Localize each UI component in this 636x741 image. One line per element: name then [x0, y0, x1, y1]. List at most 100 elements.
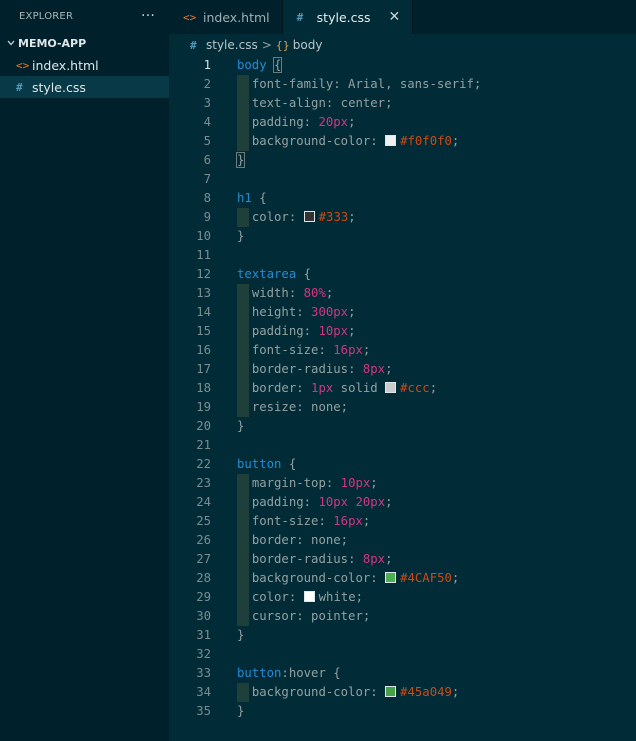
code-line[interactable]: 13 width: 80%;: [169, 284, 636, 303]
chevron-down-icon[interactable]: [4, 36, 18, 50]
code-token: {: [272, 57, 283, 73]
line-number: 33: [196, 666, 211, 680]
explorer-title: EXPLORER: [19, 10, 74, 22]
code-text: font-size: 16px;: [237, 341, 370, 360]
code-line[interactable]: 35}: [169, 702, 636, 721]
tab-index-html[interactable]: <> index.html: [169, 0, 283, 34]
code-token: :: [318, 343, 334, 357]
color-swatch[interactable]: [385, 686, 397, 697]
code-line[interactable]: 7: [169, 170, 636, 189]
color-swatch[interactable]: [385, 382, 397, 393]
folder-memo-app[interactable]: MEMO-APP: [0, 32, 169, 54]
code-token: button: [237, 457, 282, 471]
code-line[interactable]: 17 border-radius: 8px;: [169, 360, 636, 379]
code-token: padding: [251, 324, 304, 338]
code-editor[interactable]: 1 body {2 font-family: Arial, sans-serif;…: [169, 56, 636, 741]
file-style-css[interactable]: # style.css: [0, 76, 169, 98]
code-token: 16px: [333, 514, 363, 528]
code-line[interactable]: 8 h1 {: [169, 189, 636, 208]
folder-label: MEMO-APP: [18, 36, 87, 50]
color-swatch[interactable]: [303, 211, 315, 222]
code-token: 80%: [303, 286, 326, 300]
code-line[interactable]: 9 color: #333;: [169, 208, 636, 227]
code-token: :: [348, 552, 363, 566]
code-line[interactable]: 22 button {: [169, 455, 636, 474]
line-number: 23: [196, 476, 211, 490]
code-token: font-size: [251, 343, 319, 357]
css-file-icon: #: [190, 38, 197, 52]
code-line[interactable]: 32: [169, 645, 636, 664]
code-token: :: [303, 495, 319, 509]
line-number: 11: [196, 248, 211, 262]
code-line[interactable]: 14 height: 300px;: [169, 303, 636, 322]
code-line[interactable]: 21: [169, 436, 636, 455]
code-line[interactable]: 4 padding: 20px;: [169, 113, 636, 132]
code-line[interactable]: 6}: [169, 151, 636, 170]
code-text: }: [237, 417, 244, 436]
code-token: 8px: [362, 552, 386, 566]
code-token: :: [318, 514, 334, 528]
file-index-html[interactable]: <> index.html: [0, 54, 169, 76]
code-text: margin-top: 10px;: [237, 474, 378, 493]
code-line[interactable]: 28 background-color: #4CAF50;: [169, 569, 636, 588]
code-line[interactable]: 15 padding: 10px;: [169, 322, 636, 341]
color-swatch[interactable]: [385, 572, 397, 583]
code-line[interactable]: 16 font-size: 16px;: [169, 341, 636, 360]
code-token: :: [288, 590, 304, 604]
code-token: font-size: [251, 514, 319, 528]
code-line[interactable]: 12 textarea {: [169, 265, 636, 284]
code-token: padding: [251, 115, 304, 129]
line-number: 7: [203, 172, 211, 186]
code-token: ;: [385, 552, 393, 566]
code-text: textarea {: [237, 265, 311, 284]
code-token: 20px: [355, 495, 386, 509]
more-actions-icon[interactable]: ···: [141, 8, 155, 24]
code-line[interactable]: 11: [169, 246, 636, 265]
breadcrumb-separator: >: [261, 38, 272, 52]
code-line[interactable]: 20}: [169, 417, 636, 436]
code-token: :: [370, 134, 386, 148]
code-line[interactable]: 5 background-color: #f0f0f0;: [169, 132, 636, 151]
code-text: button {: [237, 455, 296, 474]
color-swatch[interactable]: [385, 135, 397, 146]
line-number: 19: [196, 400, 211, 414]
code-token: ;: [362, 343, 371, 357]
code-line[interactable]: 2 font-family: Arial, sans-serif;: [169, 75, 636, 94]
line-number: 12: [196, 267, 211, 281]
code-line[interactable]: 1 body {: [169, 56, 636, 75]
code-line[interactable]: 18 border: 1px solid #ccc;: [169, 379, 636, 398]
code-line[interactable]: 34 background-color: #45a049;: [169, 683, 636, 702]
tab-style-css[interactable]: # style.css ✕: [282, 0, 414, 34]
color-swatch[interactable]: [303, 591, 315, 602]
code-token: }: [237, 229, 245, 243]
code-line[interactable]: 3 text-align: center;: [169, 94, 636, 113]
line-number: 20: [196, 419, 211, 433]
code-text: border: 1px solid #ccc;: [237, 379, 437, 398]
code-token: width: [251, 286, 289, 300]
code-line[interactable]: 29 color: white;: [169, 588, 636, 607]
code-token: font-family: [251, 77, 334, 91]
code-token: 10px: [340, 476, 371, 490]
code-line[interactable]: 27 border-radius: 8px;: [169, 550, 636, 569]
code-line[interactable]: 19 resize: none;: [169, 398, 636, 417]
breadcrumb-symbol[interactable]: body: [293, 38, 323, 52]
code-line[interactable]: 31}: [169, 626, 636, 645]
css-file-icon: #: [16, 80, 23, 94]
line-number: 22: [196, 457, 211, 471]
code-line[interactable]: 26 border: none;: [169, 531, 636, 550]
code-line[interactable]: 24 padding: 10px 20px;: [169, 493, 636, 512]
code-token: }: [237, 628, 245, 642]
code-token: background-color: [251, 571, 371, 585]
file-label: style.css: [32, 79, 86, 95]
code-line[interactable]: 33 button:hover {: [169, 664, 636, 683]
code-line[interactable]: 10}: [169, 227, 636, 246]
close-icon[interactable]: ✕: [389, 9, 401, 25]
code-token: ;: [362, 514, 371, 528]
breadcrumb-file[interactable]: style.css: [206, 38, 258, 52]
code-line[interactable]: 23 margin-top: 10px;: [169, 474, 636, 493]
code-token: margin-top: [251, 476, 326, 490]
code-line[interactable]: 25 font-size: 16px;: [169, 512, 636, 531]
code-line[interactable]: 30 cursor: pointer;: [169, 607, 636, 626]
line-number: 32: [196, 647, 211, 661]
code-token: background-color: [251, 685, 371, 699]
